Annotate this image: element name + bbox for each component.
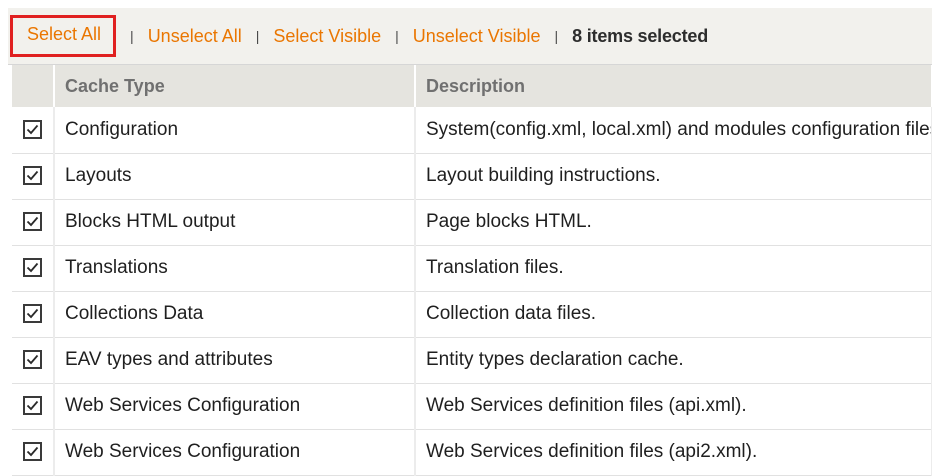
unselect-visible-link[interactable]: Unselect Visible [413, 26, 541, 47]
separator: | [395, 28, 399, 44]
cache-type-cell: Translations [54, 245, 416, 292]
table-row[interactable]: EAV types and attributes Entity types dec… [12, 337, 932, 384]
separator: | [554, 28, 559, 44]
select-visible-link[interactable]: Select Visible [273, 26, 381, 47]
table-row[interactable]: Blocks HTML output Page blocks HTML. [12, 199, 932, 246]
description-cell: Translation files. [415, 245, 932, 292]
table-row[interactable]: Web Services Configuration Web Services d… [12, 429, 932, 476]
cache-type-cell: Web Services Configuration [54, 383, 416, 430]
grid-header-row: Cache Type Description [12, 65, 932, 107]
massaction-toolbar: Select All | Unselect All | Select Visib… [8, 8, 932, 65]
description-cell: Collection data files. [415, 291, 932, 338]
checkmark-icon [26, 447, 39, 457]
grid-body: Configuration System(config.xml, local.xm… [12, 107, 932, 476]
checkmark-icon [26, 171, 39, 181]
cache-grid: Cache Type Description Configuration Syst… [12, 65, 932, 476]
description-cell: System(config.xml, local.xml) and module… [415, 107, 932, 154]
row-checkbox-cell [12, 337, 55, 384]
checkbox-column-header [12, 65, 55, 107]
row-checkbox[interactable] [23, 396, 42, 416]
description-cell: Layout building instructions. [415, 153, 932, 200]
row-checkbox[interactable] [23, 442, 42, 462]
checkmark-icon [26, 263, 39, 273]
row-checkbox-cell [12, 245, 55, 292]
selected-count: 8 items selected [572, 25, 709, 46]
table-row[interactable]: Layouts Layout building instructions. [12, 153, 932, 200]
checkmark-icon [26, 217, 39, 227]
row-checkbox[interactable] [23, 120, 42, 140]
table-row[interactable]: Configuration System(config.xml, local.xm… [12, 107, 932, 154]
table-row[interactable]: Collections Data Collection data files. [12, 291, 932, 338]
checkmark-icon [26, 401, 39, 411]
row-checkbox[interactable] [23, 166, 42, 186]
table-row[interactable]: Translations Translation files. [12, 245, 932, 292]
cache-type-cell: Web Services Configuration [54, 429, 416, 476]
table-row[interactable]: Web Services Configuration Web Services d… [12, 383, 932, 430]
row-checkbox-cell [12, 291, 55, 338]
cache-type-cell: Collections Data [54, 291, 416, 338]
checkmark-icon [26, 309, 39, 319]
row-checkbox[interactable] [23, 212, 42, 232]
cache-type-cell: Layouts [54, 153, 416, 200]
row-checkbox-cell [12, 107, 55, 154]
column-header-description[interactable]: Description [415, 65, 932, 107]
cache-type-cell: EAV types and attributes [54, 337, 416, 384]
row-checkbox-cell [12, 383, 55, 430]
row-checkbox-cell [12, 153, 55, 200]
row-checkbox-cell [12, 199, 55, 246]
unselect-all-link[interactable]: Unselect All [148, 26, 242, 47]
checkmark-icon [26, 355, 39, 365]
separator: | [130, 28, 134, 44]
row-checkbox[interactable] [23, 258, 42, 278]
description-cell: Web Services definition files (api2.xml)… [415, 429, 932, 476]
row-checkbox[interactable] [23, 350, 42, 370]
select-all-link[interactable]: Select All [27, 24, 101, 45]
cache-type-cell: Configuration [54, 107, 416, 154]
select-all-highlight: Select All [10, 15, 117, 57]
description-cell: Entity types declaration cache. [415, 337, 932, 384]
cache-type-cell: Blocks HTML output [54, 199, 416, 246]
checkmark-icon [26, 125, 39, 135]
column-header-cache-type[interactable]: Cache Type [54, 65, 416, 107]
separator: | [255, 28, 260, 44]
row-checkbox-cell [12, 429, 55, 476]
description-cell: Page blocks HTML. [415, 199, 932, 246]
row-checkbox[interactable] [23, 304, 42, 324]
description-cell: Web Services definition files (api.xml). [415, 383, 932, 430]
